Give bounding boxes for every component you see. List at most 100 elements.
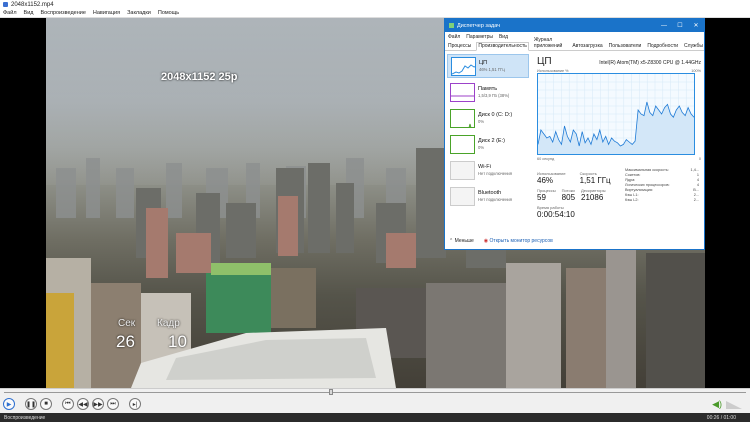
spec-key: Кэш L2:: [625, 198, 639, 202]
play-button[interactable]: ▶: [3, 398, 15, 410]
resource-label: Wi-Fi: [478, 164, 491, 170]
volume-control[interactable]: ◀): [712, 399, 742, 410]
rewind-button[interactable]: ◀◀: [77, 398, 89, 410]
resource-label: Память: [478, 86, 498, 92]
cpu-chart-svg: [537, 74, 695, 154]
menu-bookmarks[interactable]: Закладки: [127, 10, 151, 16]
forward-button[interactable]: ▶▶: [92, 398, 104, 410]
window-title: 2048x1152.mp4: [11, 1, 54, 8]
wifi-thumb-graph: [450, 160, 475, 180]
handles-value: 21086: [581, 193, 604, 202]
tab-startup[interactable]: Автозагрузка: [571, 43, 603, 50]
tm-menu-view[interactable]: Вид: [499, 34, 508, 40]
speaker-icon[interactable]: ◀): [712, 399, 722, 410]
tm-footer: ⌃ Меньше ◉ Открыть монитор ресурсов: [449, 238, 553, 244]
forward-icon: ▶▶: [93, 401, 103, 408]
cpu-specs: Максимальная скорость: 1,4... Сокетов: 1 Я…: [625, 168, 699, 203]
resource-sub: 46% 1,51 ГГц: [479, 67, 505, 72]
menu-playback[interactable]: Воспроизведение: [40, 10, 85, 16]
playback-controls: ▶ ❚❚ ■ ⏮ ◀◀ ▶▶ ⏭ ▸| ◀): [0, 395, 750, 413]
resource-bluetooth[interactable]: Bluetooth Нет подключения: [447, 184, 529, 208]
menu-help[interactable]: Помощь: [158, 10, 179, 16]
menu-navigation[interactable]: Навигация: [93, 10, 120, 16]
frame-step-button[interactable]: ▸|: [129, 398, 141, 410]
resource-sub: Нет подключения: [478, 171, 513, 176]
tm-app-icon: [449, 23, 454, 28]
osd-frame-label: Кадр: [157, 318, 180, 329]
minimize-button[interactable]: —: [656, 19, 672, 32]
seek-track: [4, 392, 746, 393]
osd-frame-value: 10: [168, 332, 187, 351]
resource-sub: 0%: [478, 119, 485, 124]
status-time: 00:26 / 01:00: [706, 414, 736, 421]
resource-disk-2[interactable]: Диск 2 (E:) 0%: [447, 132, 529, 156]
resource-wifi[interactable]: Wi-Fi Нет подключения: [447, 158, 529, 182]
disk0-thumb-graph: [450, 108, 475, 128]
threads-value: 805: [561, 193, 576, 202]
next-button[interactable]: ⏭: [107, 398, 119, 410]
chevron-up-icon: ⌃: [449, 238, 454, 244]
osd-seconds-label: Сек: [118, 318, 136, 329]
cpu-model: Intel(R) Atom(TM) x5-Z8300 CPU @ 1.44GHz: [599, 60, 701, 66]
fewer-details-label: Меньше: [454, 238, 474, 244]
open-resource-monitor-link[interactable]: ◉ Открыть монитор ресурсов: [484, 238, 553, 244]
fewer-details-button[interactable]: ⌃ Меньше: [449, 238, 474, 244]
bluetooth-thumb-graph: [450, 186, 475, 206]
cpu-detail-panel: ЦП Intel(R) Atom(TM) x5-Z8300 CPU @ 1.44…: [537, 56, 701, 219]
volume-slider[interactable]: [726, 400, 742, 409]
tm-title: Диспетчер задач: [457, 22, 501, 29]
chart-min-label: 0: [698, 157, 701, 161]
tab-details[interactable]: Подробности: [646, 43, 679, 50]
menu-file[interactable]: Файл: [3, 10, 17, 16]
speed-value: 1,51 ГГц: [579, 176, 611, 185]
tab-processes[interactable]: Процессы: [447, 43, 472, 50]
resource-label: ЦП: [479, 60, 488, 66]
close-button[interactable]: ✕: [688, 19, 704, 32]
osd-resolution: 2048x1152 25p: [161, 71, 238, 83]
spec-row: Кэш L2: 2...: [625, 198, 699, 203]
resource-label: Диск 2 (E:): [478, 138, 505, 144]
prev-button[interactable]: ⏮: [62, 398, 74, 410]
status-bar: Воспроизведение 00:26 / 01:00: [0, 413, 750, 422]
tm-menubar: Файл Параметры Вид: [445, 32, 704, 41]
stop-icon: ■: [44, 401, 48, 407]
spec-value: 2...: [693, 198, 699, 202]
prev-icon: ⏮: [65, 400, 71, 407]
memory-thumb-graph: [450, 82, 475, 102]
status-text: Воспроизведение: [4, 414, 46, 421]
tab-app-history[interactable]: Журнал приложений: [533, 37, 567, 50]
tab-performance[interactable]: Производительность: [476, 42, 529, 51]
tab-users[interactable]: Пользователи: [608, 43, 643, 50]
rewind-icon: ◀◀: [78, 401, 88, 408]
resource-cpu[interactable]: ЦП 46% 1,51 ГГц: [447, 54, 529, 78]
seek-bar[interactable]: [0, 388, 750, 395]
cpu-stats-row3: Время работы 0:00:54:10: [537, 205, 701, 219]
maximize-button[interactable]: ☐: [672, 19, 688, 32]
disk2-thumb-graph: [450, 134, 475, 154]
tm-menu-options[interactable]: Параметры: [466, 34, 493, 40]
frame-step-icon: ▸|: [132, 401, 138, 408]
player-menubar: Файл Вид Воспроизведение Навигация Закла…: [0, 9, 750, 18]
processes-value: 59: [537, 193, 546, 202]
pause-button[interactable]: ❚❚: [25, 398, 37, 410]
player-app-icon: [3, 2, 8, 7]
cpu-heading: ЦП: [537, 56, 552, 67]
stop-button[interactable]: ■: [40, 398, 52, 410]
chart-time-label: 60 секунд: [537, 157, 555, 161]
uptime-value: 0:00:54:10: [537, 210, 575, 219]
utilization-value: 46%: [537, 176, 554, 185]
resource-list: ЦП 46% 1,51 ГГц Память 1,5/3,9 ГБ (38%) Ди…: [447, 54, 529, 210]
resource-label: Bluetooth: [478, 190, 502, 196]
next-icon: ⏭: [110, 400, 116, 407]
resource-monitor-label: Открыть монитор ресурсов: [489, 238, 553, 244]
tab-services[interactable]: Службы: [683, 43, 704, 50]
cpu-thumb-graph: [451, 56, 476, 76]
cpu-usage-chart: [537, 73, 695, 155]
resource-disk-0[interactable]: Диск 0 (C: D:) 0%: [447, 106, 529, 130]
resource-sub: 1,5/3,9 ГБ (38%): [478, 93, 510, 98]
menu-view[interactable]: Вид: [24, 10, 34, 16]
pause-icon: ❚❚: [25, 401, 37, 408]
play-icon: ▶: [6, 401, 12, 408]
tm-menu-file[interactable]: Файл: [448, 34, 460, 40]
resource-memory[interactable]: Память 1,5/3,9 ГБ (38%): [447, 80, 529, 104]
